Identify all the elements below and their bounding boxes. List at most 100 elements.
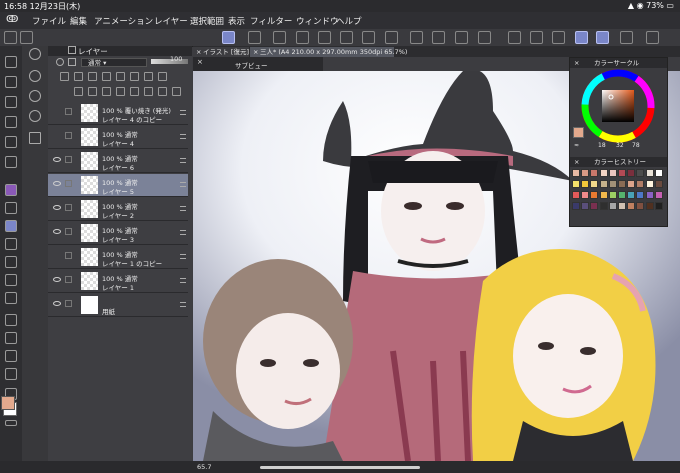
app-logo-icon[interactable]: ↂ xyxy=(6,14,18,25)
color-swatch[interactable] xyxy=(608,202,617,210)
decoration-tool-icon[interactable] xyxy=(5,256,17,268)
color-swatch[interactable] xyxy=(572,191,580,199)
layer-row[interactable]: 100 % 通常 レイヤー 4 xyxy=(48,126,188,149)
material-icon[interactable] xyxy=(29,132,41,144)
fill-tool-icon[interactable] xyxy=(5,314,17,326)
layer-row[interactable]: 用紙 xyxy=(48,294,188,317)
active-brush-tool-icon[interactable] xyxy=(5,220,17,232)
subtool-palette-icon[interactable] xyxy=(29,48,41,60)
drag-handle-icon[interactable] xyxy=(180,182,186,187)
ruler-curve-icon[interactable] xyxy=(596,31,609,44)
brush-purple-tool-icon[interactable] xyxy=(5,184,17,196)
layer-check-icon[interactable] xyxy=(65,132,72,139)
drag-handle-icon[interactable] xyxy=(180,254,186,259)
color-swatch[interactable] xyxy=(645,191,654,199)
layer-row[interactable]: 100 % 通常 レイヤー 3 xyxy=(48,222,188,245)
main-color-swatch[interactable] xyxy=(1,396,15,410)
eyedropper-tool-icon[interactable] xyxy=(5,136,17,148)
clear-icon[interactable] xyxy=(340,31,353,44)
color-swatch[interactable] xyxy=(654,191,663,199)
mask-icon[interactable] xyxy=(116,72,125,81)
blend-mode-select[interactable]: 通常 ▾ xyxy=(81,58,147,67)
copy-icon[interactable] xyxy=(296,31,309,44)
layer-settings-icon[interactable] xyxy=(68,58,76,66)
paste-icon[interactable] xyxy=(318,31,331,44)
panel-toggle-icon[interactable] xyxy=(20,31,33,44)
gradient-tool-icon[interactable] xyxy=(5,332,17,344)
ruler-icon[interactable] xyxy=(575,31,588,44)
eye-icon[interactable] xyxy=(53,181,61,186)
help-icon[interactable] xyxy=(646,31,659,44)
menu-file[interactable]: ファイル xyxy=(32,15,66,27)
menu-view[interactable]: 表示 xyxy=(228,15,245,27)
edit-icon[interactable] xyxy=(273,31,286,44)
layer-color-icon[interactable] xyxy=(56,58,64,66)
color-swatch[interactable] xyxy=(572,180,580,188)
more-icon[interactable] xyxy=(158,72,167,81)
color-swatch[interactable] xyxy=(654,169,663,177)
selection-icon[interactable] xyxy=(508,31,521,44)
color-swatch[interactable] xyxy=(636,180,645,188)
color-fill-icon[interactable] xyxy=(455,31,468,44)
tab-close-icon[interactable]: × xyxy=(196,47,201,57)
layer-check-icon[interactable] xyxy=(65,252,72,259)
redo-icon[interactable] xyxy=(385,31,398,44)
subview-close-icon[interactable]: × xyxy=(197,58,203,66)
color-swatch[interactable] xyxy=(645,169,654,177)
crop-icon[interactable] xyxy=(552,31,565,44)
color-swatch[interactable] xyxy=(608,169,617,177)
layer-check-icon[interactable] xyxy=(65,276,72,283)
drag-handle-icon[interactable] xyxy=(180,230,186,235)
current-color-swatch[interactable] xyxy=(573,127,584,138)
color-swatch[interactable] xyxy=(645,202,654,210)
new-folder-icon[interactable] xyxy=(102,87,111,96)
drag-handle-icon[interactable] xyxy=(180,302,186,307)
color-swatch[interactable] xyxy=(627,180,636,188)
reference-icon[interactable] xyxy=(74,72,83,81)
text-tool-icon[interactable] xyxy=(5,368,17,380)
figure-tool-icon[interactable] xyxy=(5,350,17,362)
drag-handle-icon[interactable] xyxy=(180,206,186,211)
layer-property-icon[interactable] xyxy=(29,70,41,82)
drag-handle-icon[interactable] xyxy=(180,134,186,139)
layer-check-icon[interactable] xyxy=(65,156,72,163)
delete-layer-icon[interactable] xyxy=(158,87,167,96)
eye-icon[interactable] xyxy=(53,301,61,306)
color-swatch[interactable] xyxy=(618,169,626,177)
layer-check-icon[interactable] xyxy=(65,228,72,235)
lock-alpha-icon[interactable] xyxy=(102,72,111,81)
mask-add-icon[interactable] xyxy=(130,87,139,96)
layer-check-icon[interactable] xyxy=(65,108,72,115)
color-swatch[interactable] xyxy=(581,169,590,177)
layer-check-icon[interactable] xyxy=(65,180,72,187)
menu-window[interactable]: ウィンドウ xyxy=(296,15,339,27)
color-swatch[interactable] xyxy=(608,191,617,199)
color-swatch[interactable] xyxy=(590,191,599,199)
eye-icon[interactable] xyxy=(53,205,61,210)
merge-down-icon[interactable] xyxy=(116,87,125,96)
drag-handle-icon[interactable] xyxy=(180,278,186,283)
layer-row[interactable]: 100 % 通常 レイヤー 2 xyxy=(48,198,188,221)
color-history-close-icon[interactable]: × xyxy=(574,157,579,167)
transform-icon[interactable] xyxy=(478,31,491,44)
color-swatch[interactable] xyxy=(636,169,645,177)
lock-icon[interactable] xyxy=(88,72,97,81)
color-swatch[interactable] xyxy=(599,180,608,188)
trash-icon[interactable] xyxy=(172,87,181,96)
zoom-value[interactable]: 65.7 xyxy=(197,463,211,471)
layer-row[interactable]: 100 % 通常 レイヤー 1 xyxy=(48,270,188,293)
color-swatch[interactable] xyxy=(581,180,590,188)
color-swatch[interactable] xyxy=(599,169,608,177)
eye-icon[interactable] xyxy=(53,277,61,282)
move-tool-icon[interactable] xyxy=(5,96,17,108)
undo-icon[interactable] xyxy=(362,31,375,44)
eye-icon[interactable] xyxy=(53,157,61,162)
airbrush-tool-icon[interactable] xyxy=(5,238,17,250)
apply-mask-icon[interactable] xyxy=(144,87,153,96)
color-swatch[interactable] xyxy=(590,202,599,210)
color-swatch[interactable] xyxy=(627,191,636,199)
drag-handle-icon[interactable] xyxy=(180,110,186,115)
color-swatch[interactable] xyxy=(590,180,599,188)
ruler-layer-icon[interactable] xyxy=(130,72,139,81)
layer-row[interactable]: 100 % 通常 レイヤー 6 xyxy=(48,150,188,173)
